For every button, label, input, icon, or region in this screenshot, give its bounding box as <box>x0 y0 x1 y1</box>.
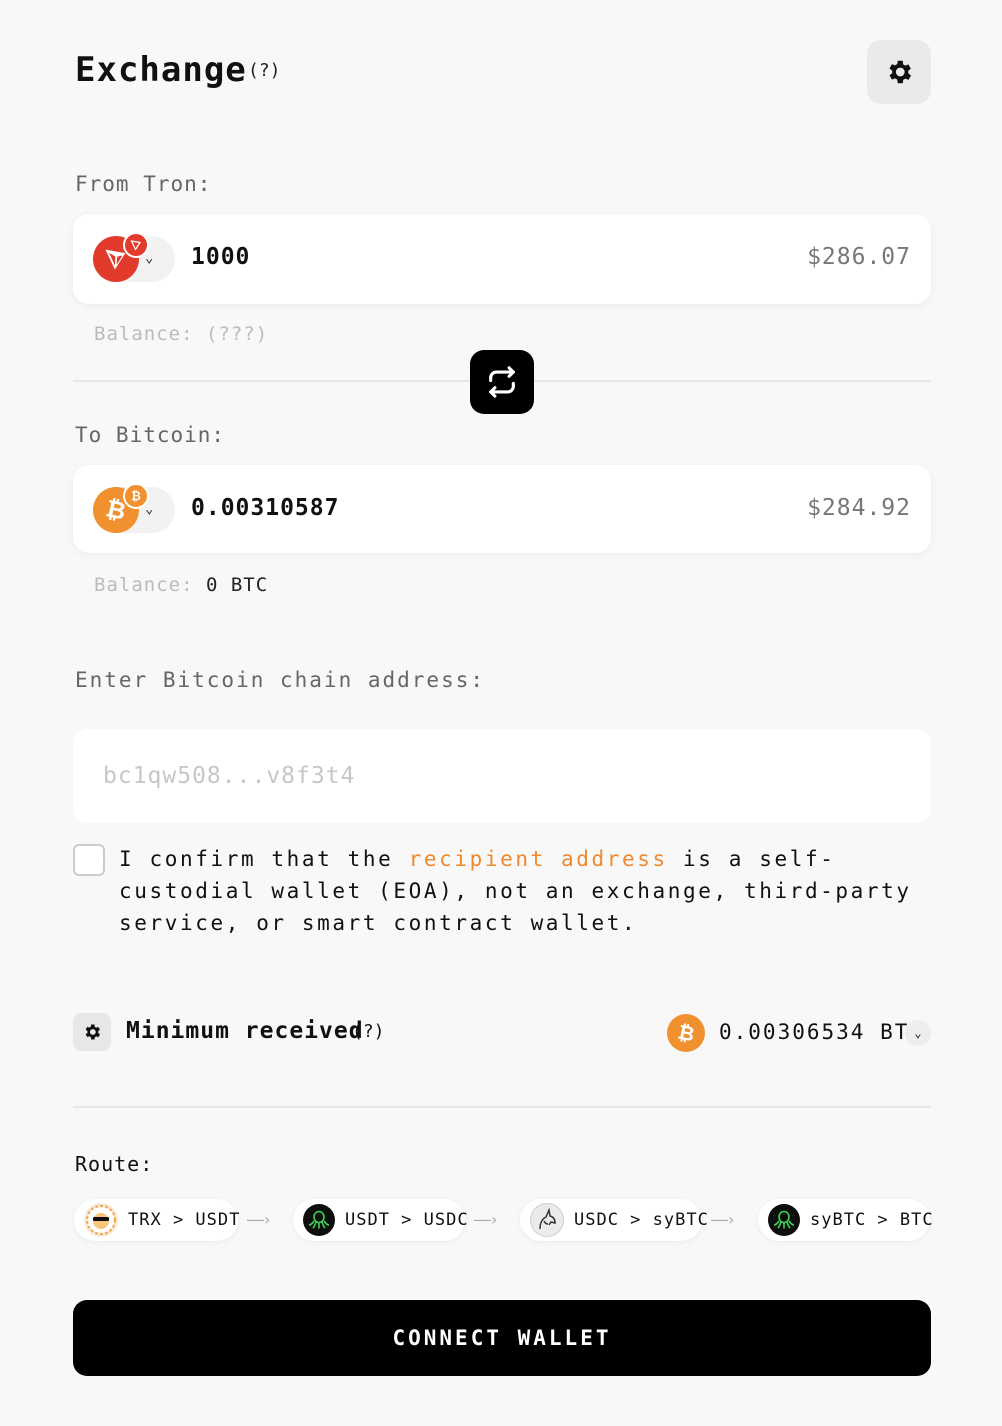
gear-icon <box>889 60 911 84</box>
confirm-text: I confirm that the recipient address is … <box>119 843 939 939</box>
to-amount-value: 0.00310587 <box>191 495 340 521</box>
chevron-down-icon[interactable]: ⌄ <box>905 1020 931 1046</box>
route-step: USDT > USDC <box>293 1199 468 1241</box>
address-label: Enter Bitcoin chain address: <box>75 668 486 692</box>
minimum-received-value: 0.00306534 BTC <box>719 1020 925 1044</box>
to-usd-value: $284.92 <box>807 495 911 521</box>
route-step-text: syBTC > BTC <box>810 1210 934 1230</box>
route-step: TRX > USDT <box>74 1199 241 1241</box>
octopus-icon <box>303 1204 335 1236</box>
gear-icon <box>85 1024 100 1040</box>
from-balance-value: (???) <box>205 323 269 345</box>
unicorn-icon <box>530 1203 564 1237</box>
from-token-selector[interactable]: ⌄ <box>93 232 175 282</box>
to-card: ₿ ₿ ⌄ 0.00310587 $284.92 <box>73 465 931 553</box>
route-divider <box>73 1106 931 1108</box>
to-label: To Bitcoin: <box>75 423 226 447</box>
route-step: USDC > syBTC <box>520 1199 708 1241</box>
route-arrow: ——› <box>711 1210 736 1229</box>
route-step-text: TRX > USDT <box>128 1210 241 1230</box>
minimum-received-label: Minimum received <box>126 1018 364 1044</box>
confirm-checkbox[interactable] <box>73 844 105 876</box>
from-usd-value: $286.07 <box>807 244 911 270</box>
from-card: ⌄ 1000 $286.07 <box>73 214 931 304</box>
swap-arrows-icon <box>489 366 515 398</box>
page-title: Exchange <box>75 50 247 90</box>
from-label: From Tron: <box>75 172 212 196</box>
route-arrow: ——› <box>474 1210 499 1229</box>
route-step: syBTC > BTC <box>758 1199 933 1241</box>
route-label: Route: <box>75 1152 154 1176</box>
bitcoin-icon: ₿ <box>667 1014 705 1052</box>
from-balance: Balance: (???) <box>94 323 268 345</box>
bitcoin-address-input[interactable] <box>73 729 931 823</box>
settings-button[interactable] <box>867 40 931 104</box>
connect-wallet-button[interactable]: CONNECT WALLET <box>73 1300 931 1376</box>
route-step-text: USDT > USDC <box>345 1210 469 1230</box>
slippage-settings-button[interactable] <box>73 1013 111 1051</box>
chevron-down-icon: ⌄ <box>145 501 154 517</box>
to-token-selector[interactable]: ₿ ₿ ⌄ <box>93 483 175 533</box>
sunswap-icon <box>84 1203 118 1237</box>
route-step-text: USDC > syBTC <box>574 1210 709 1230</box>
minimum-help-icon[interactable]: (?) <box>352 1021 385 1042</box>
route-arrow: ——› <box>247 1210 272 1229</box>
chevron-down-icon: ⌄ <box>145 250 154 266</box>
title-help-icon[interactable]: (?) <box>248 60 281 81</box>
recipient-address-link[interactable]: recipient address <box>409 847 668 871</box>
octopus-icon <box>768 1204 800 1236</box>
to-balance-label: Balance: <box>94 574 194 596</box>
swap-direction-button[interactable] <box>470 350 534 414</box>
to-balance-value: 0 BTC <box>205 574 269 596</box>
from-amount-input[interactable]: 1000 <box>191 244 250 270</box>
to-balance: Balance: 0 BTC <box>94 574 268 596</box>
from-balance-label: Balance: <box>94 323 194 345</box>
confirm-text-before: I confirm that the <box>119 847 409 871</box>
